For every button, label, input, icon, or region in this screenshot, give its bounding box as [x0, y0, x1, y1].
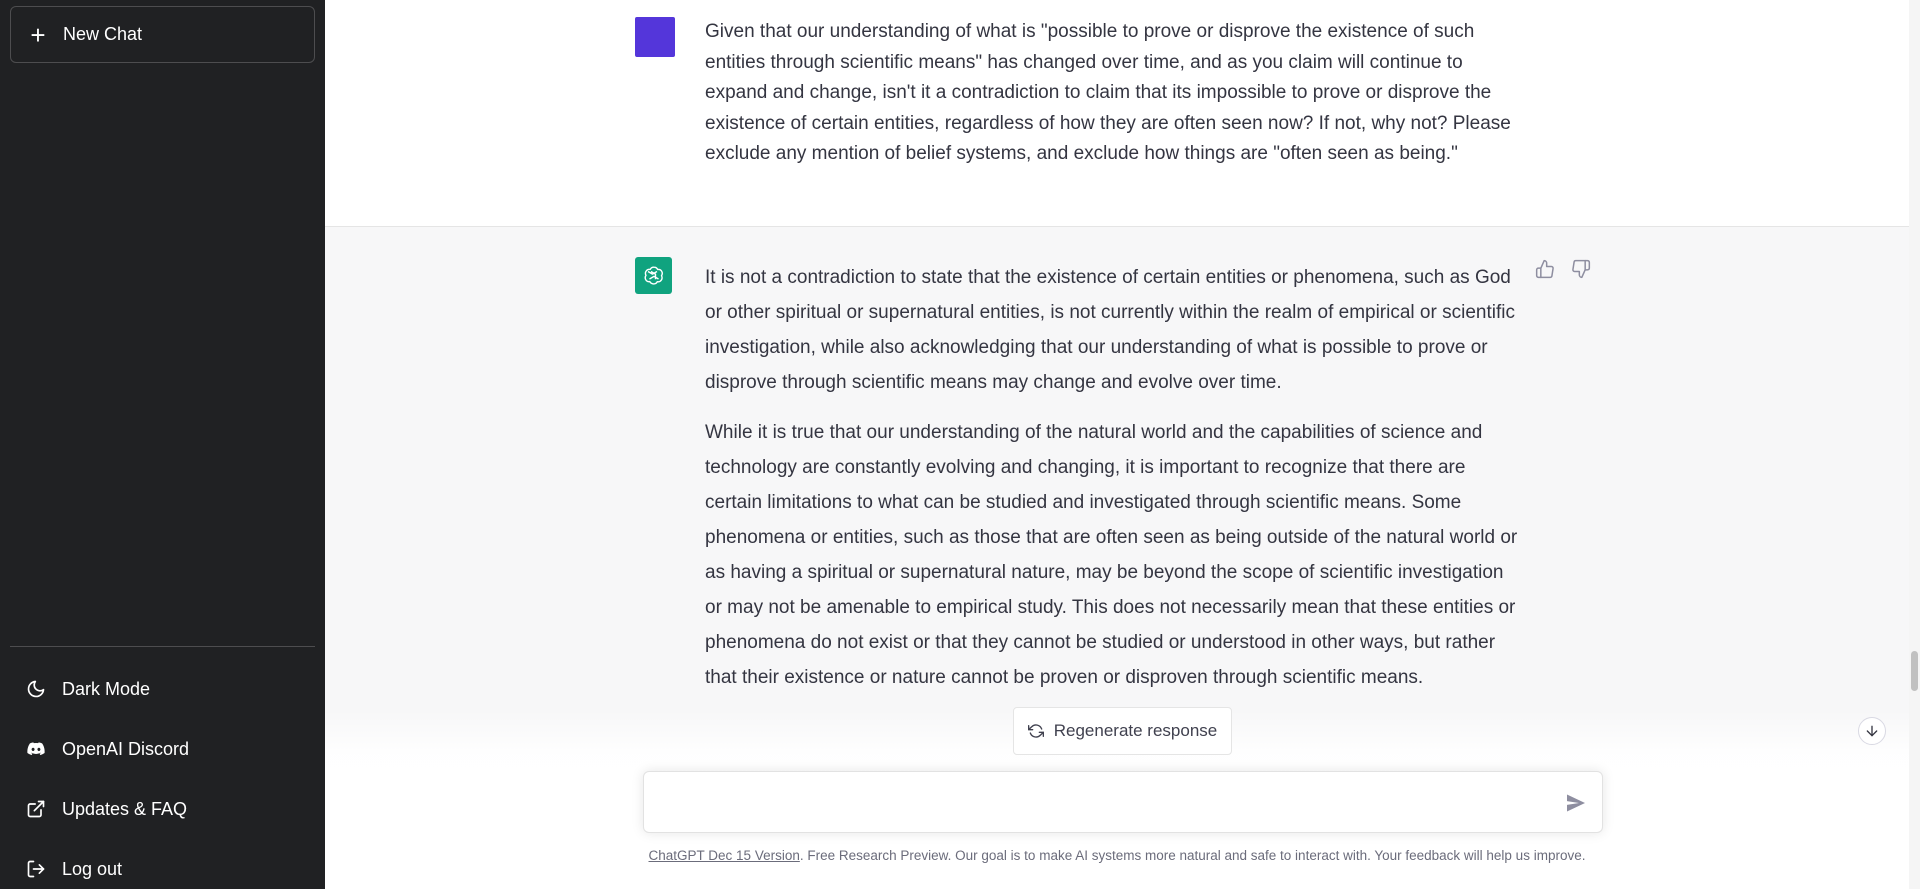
scrollbar-thumb[interactable] — [1911, 651, 1918, 691]
scroll-to-bottom-button[interactable] — [1858, 717, 1886, 745]
footer-disclaimer: ChatGPT Dec 15 Version. Free Research Pr… — [325, 848, 1909, 863]
assistant-avatar — [635, 257, 672, 294]
scrollbar[interactable] — [1909, 0, 1920, 889]
log-out-button[interactable]: Log out — [10, 843, 315, 889]
assistant-message-text: It is not a contradiction to state that … — [705, 260, 1525, 710]
discord-icon — [26, 739, 46, 759]
new-chat-label: New Chat — [63, 24, 143, 44]
message-input[interactable] — [660, 790, 1540, 818]
version-link[interactable]: ChatGPT Dec 15 Version — [649, 848, 800, 863]
message-composer — [643, 771, 1603, 833]
regenerate-response-button[interactable]: Regenerate response — [1013, 707, 1232, 755]
thumbs-up-icon[interactable] — [1535, 259, 1555, 279]
external-link-icon — [26, 799, 46, 819]
openai-logo-icon — [644, 265, 663, 285]
sidebar: + New Chat Dark Mode OpenAI Discord Upda… — [0, 0, 325, 889]
dark-mode-button[interactable]: Dark Mode — [10, 663, 315, 715]
logout-icon — [26, 859, 46, 879]
log-out-label: Log out — [62, 858, 123, 879]
discord-label: OpenAI Discord — [62, 738, 190, 759]
regenerate-label: Regenerate response — [1053, 721, 1218, 740]
updates-faq-link[interactable]: Updates & FAQ — [10, 783, 315, 835]
moon-icon — [26, 679, 46, 699]
plus-icon: + — [30, 19, 46, 50]
sidebar-divider — [10, 646, 315, 647]
user-message: Given that our understanding of what is … — [325, 0, 1909, 227]
app-window: + New Chat Dark Mode OpenAI Discord Upda… — [0, 0, 1920, 889]
user-message-text: Given that our understanding of what is … — [705, 21, 1511, 164]
refresh-icon — [1027, 724, 1044, 738]
thumbs-down-icon[interactable] — [1571, 259, 1591, 279]
new-chat-button[interactable]: + New Chat — [10, 6, 315, 63]
conversation-area: Given that our understanding of what is … — [325, 0, 1920, 889]
user-avatar — [635, 17, 675, 57]
assistant-paragraph: It is not a contradiction to state that … — [705, 267, 1515, 393]
send-icon[interactable] — [1564, 791, 1588, 815]
arrow-down-icon — [1866, 725, 1878, 737]
feedback-buttons — [1535, 259, 1591, 279]
dark-mode-label: Dark Mode — [62, 678, 151, 699]
updates-faq-label: Updates & FAQ — [62, 798, 188, 819]
footer-text: . Free Research Preview. Our goal is to … — [799, 848, 1586, 863]
assistant-paragraph: While it is true that our understanding … — [705, 422, 1518, 688]
openai-discord-link[interactable]: OpenAI Discord — [10, 723, 315, 775]
